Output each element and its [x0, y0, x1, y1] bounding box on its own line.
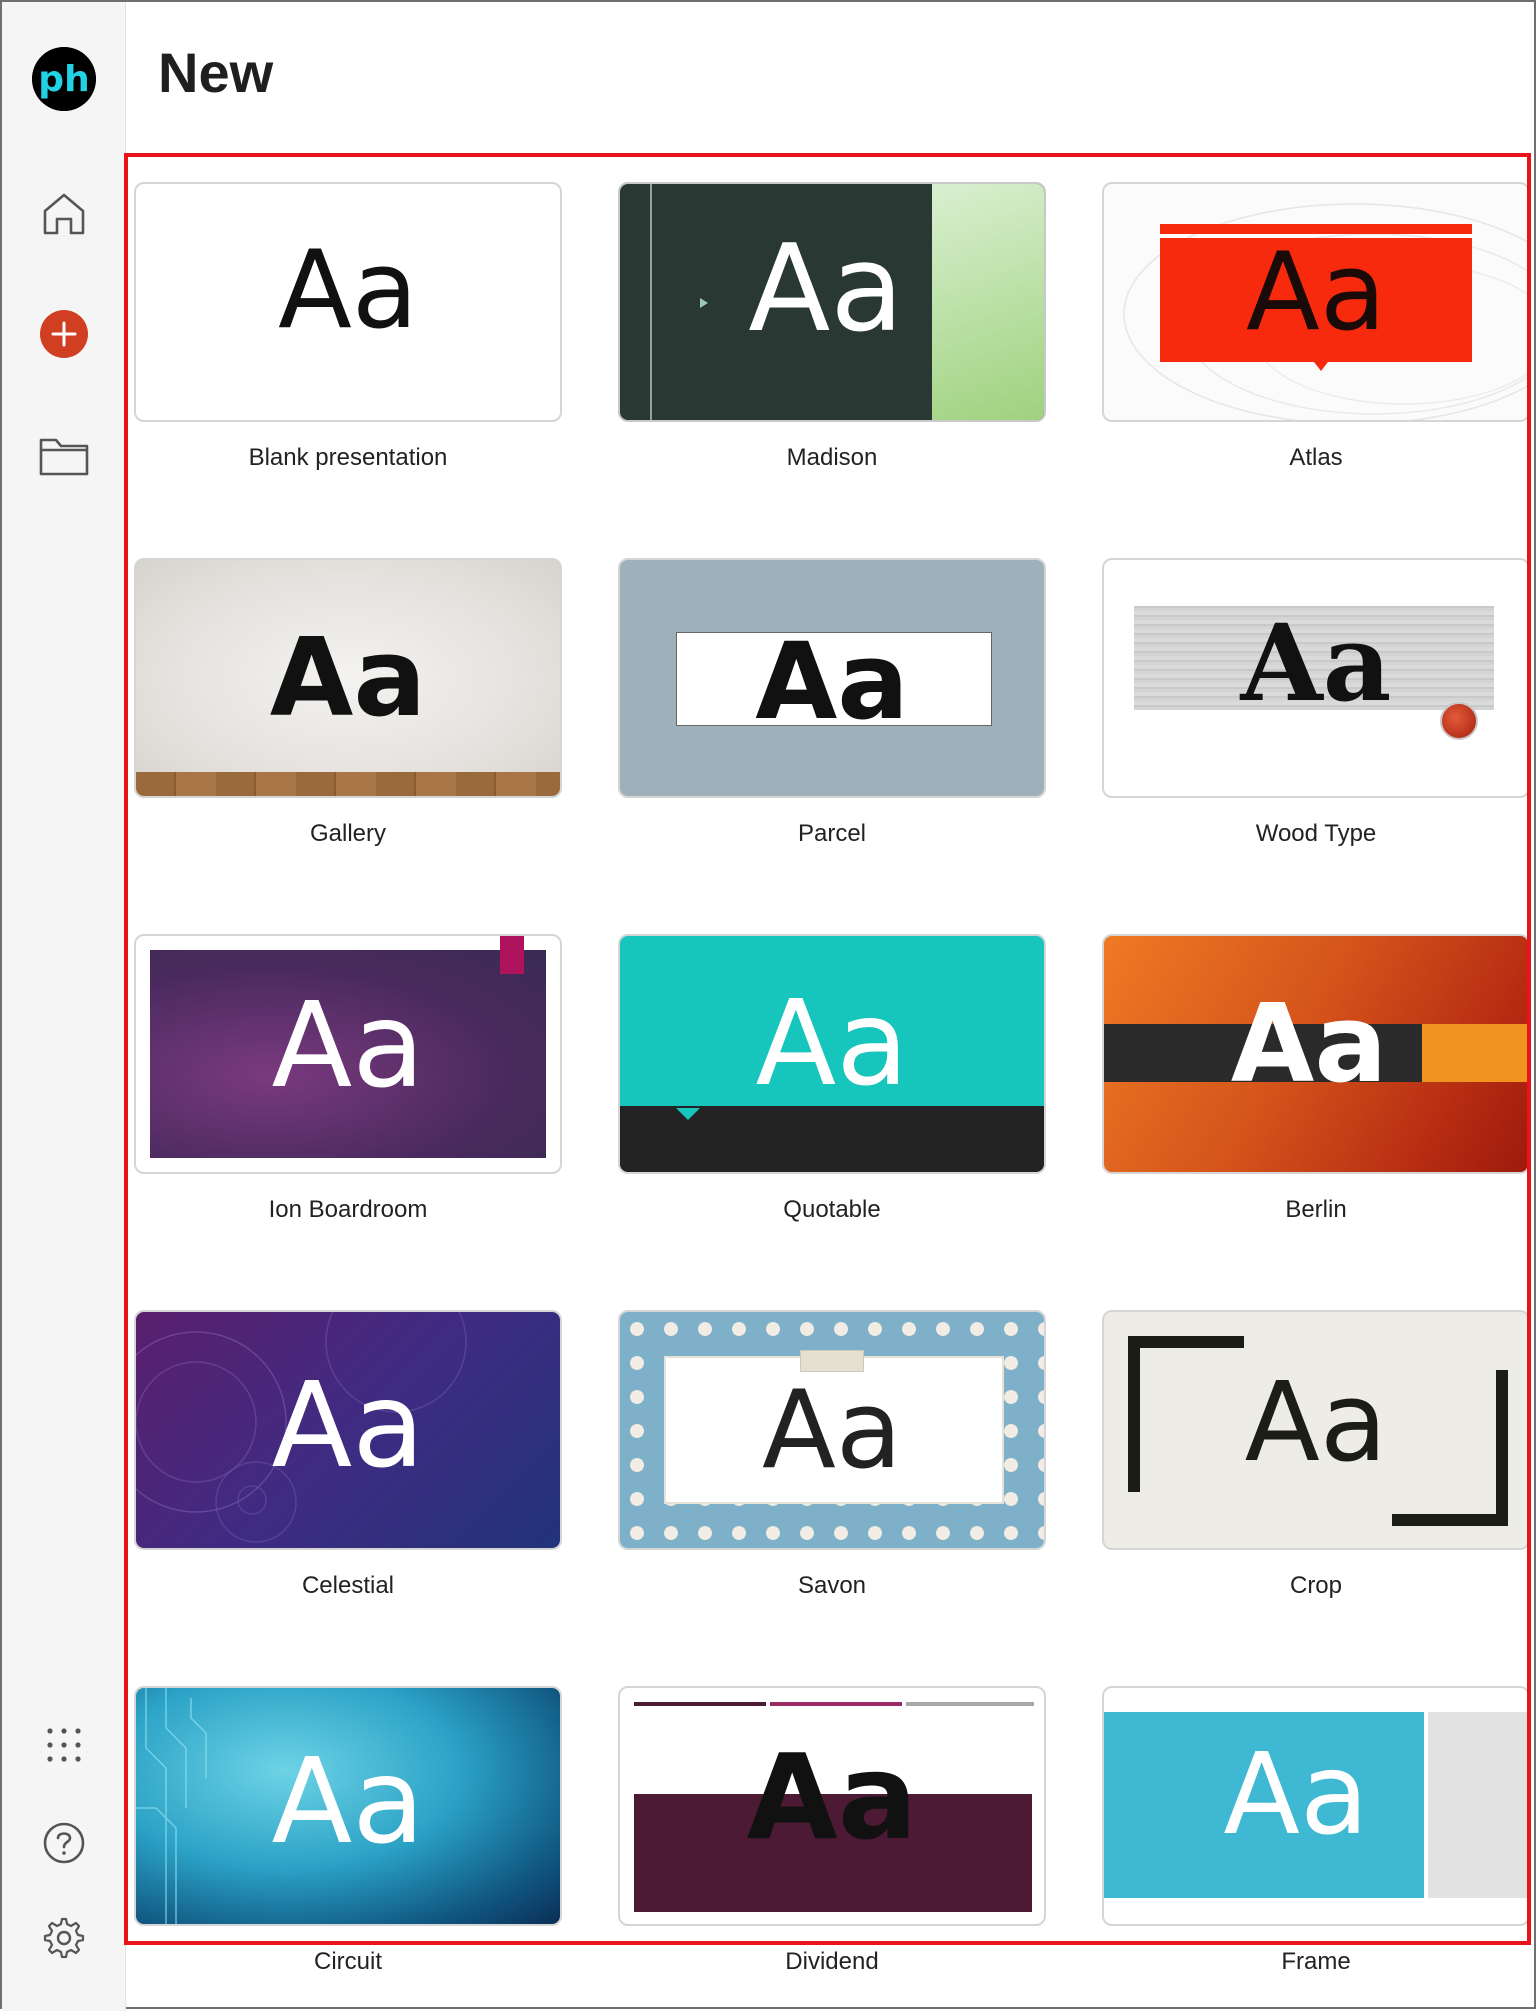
template-card-dividend[interactable]: Aa — [618, 1686, 1046, 1926]
template-card-wood-type[interactable]: Aa — [1102, 558, 1530, 798]
template-sample-text: Aa — [269, 616, 427, 741]
template-label: Circuit — [313, 1948, 382, 1975]
dividend-rule-1 — [634, 1702, 766, 1706]
atlas-pointer — [1314, 362, 1328, 371]
template-sample-text: Aa — [755, 974, 909, 1112]
template-label: Madison — [786, 444, 878, 471]
template-card-quotable[interactable]: Aa — [618, 934, 1046, 1174]
template-card-circuit[interactable]: Aa — [134, 1686, 562, 1926]
template-sample-text: Aa — [271, 976, 425, 1114]
logo-icon: ph — [32, 47, 96, 111]
template-label: Atlas — [1289, 444, 1343, 471]
template-label: Frame — [1281, 1948, 1351, 1975]
template-card-gallery[interactable]: Aa — [134, 558, 562, 798]
template-label: Crop — [1289, 1572, 1343, 1599]
template-label: Berlin — [1285, 1196, 1347, 1223]
template-card-celestial[interactable]: Aa — [134, 1310, 562, 1550]
new-button[interactable] — [34, 304, 94, 364]
logo-text: ph — [38, 59, 89, 100]
help-icon — [43, 1822, 85, 1864]
template-card-berlin[interactable]: Aa — [1102, 934, 1530, 1174]
ion-magenta-tab — [500, 936, 524, 974]
template-label: Savon — [797, 1572, 867, 1599]
template-label: Dividend — [785, 1948, 879, 1975]
template-sample-text: Aa — [755, 620, 909, 743]
sidebar: ph — [2, 2, 126, 2011]
app-logo[interactable]: ph — [32, 47, 96, 111]
template-label: Wood Type — [1255, 820, 1377, 847]
template-card-crop[interactable]: Aa — [1102, 1310, 1530, 1550]
template-sample-text: Aa — [1230, 982, 1388, 1107]
grid-dots-icon — [47, 1728, 81, 1762]
template-card-frame[interactable]: Aa — [1102, 1686, 1530, 1926]
template-label: Quotable — [783, 1196, 881, 1223]
template-card-parcel[interactable]: Aa — [618, 558, 1046, 798]
template-sample-text: Aa — [746, 1728, 918, 1866]
template-card-blank[interactable]: Aa — [134, 182, 562, 422]
app-window: ph New Aa Blank presentation Aa Madison … — [0, 0, 1536, 2011]
template-card-madison[interactable]: Aa — [618, 182, 1046, 422]
template-sample-text: Aa — [271, 1732, 425, 1870]
wood-type-seal — [1440, 702, 1478, 740]
template-sample-text: Aa — [277, 228, 419, 353]
template-card-savon[interactable]: Aa — [618, 1310, 1046, 1550]
dividend-rule-3 — [906, 1702, 1034, 1706]
open-button[interactable] — [34, 425, 94, 485]
crop-corner-bottom — [1392, 1514, 1508, 1526]
template-sample-text: Aa — [271, 1356, 425, 1494]
template-sample-text: Aa — [761, 1368, 903, 1493]
template-label: Blank presentation — [248, 444, 448, 471]
gallery-wood-floor — [136, 772, 560, 796]
help-button[interactable] — [34, 1813, 94, 1873]
home-button[interactable] — [34, 184, 94, 244]
template-card-ion-boardroom[interactable]: Aa — [134, 934, 562, 1174]
template-sample-text: Aa — [1245, 230, 1387, 355]
dividend-rule-2 — [770, 1702, 902, 1706]
template-label: Gallery — [309, 820, 387, 847]
settings-button[interactable] — [34, 1908, 94, 1968]
home-icon — [43, 193, 85, 235]
template-card-atlas[interactable]: Aa — [1102, 182, 1530, 422]
folder-icon — [39, 438, 89, 476]
template-sample-text: Aa — [1244, 1358, 1388, 1486]
template-sample-text: Aa — [748, 220, 904, 359]
gear-icon — [43, 1917, 85, 1959]
page-title: New — [158, 41, 274, 104]
apps-button[interactable] — [34, 1715, 94, 1775]
plus-circle-icon — [40, 310, 88, 358]
madison-green-panel — [932, 184, 1044, 420]
template-label: Ion Boardroom — [268, 1196, 428, 1223]
template-label: Celestial — [301, 1572, 395, 1599]
template-sample-text: Aa — [1223, 1730, 1369, 1860]
template-label: Parcel — [797, 820, 867, 847]
crop-corner-top — [1128, 1336, 1244, 1348]
